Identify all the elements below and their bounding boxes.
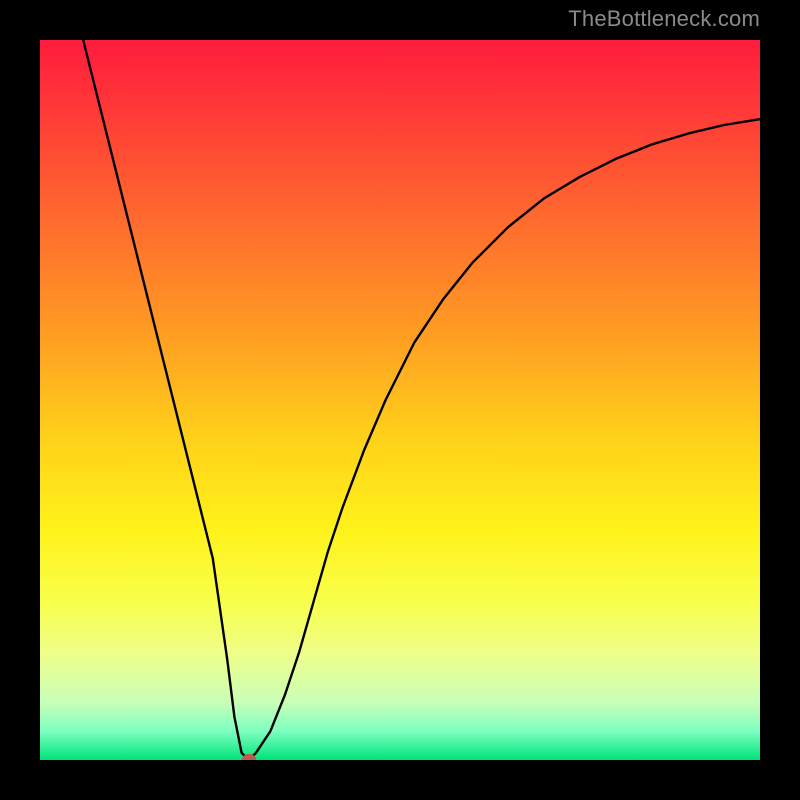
plot-area	[40, 40, 760, 760]
chart-frame: TheBottleneck.com	[0, 0, 800, 800]
curve-path	[83, 40, 760, 760]
watermark-label: TheBottleneck.com	[568, 6, 760, 32]
bottleneck-curve	[40, 40, 760, 760]
vertex-marker-icon	[242, 754, 256, 760]
